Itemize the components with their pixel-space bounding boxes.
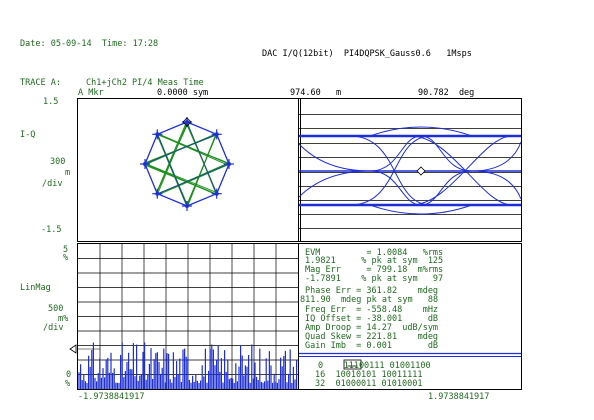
symbol-row: 32 01000011 01010001 bbox=[315, 379, 423, 389]
eye-trace bbox=[420, 135, 473, 172]
measurement-line: 811.90 mdeg pk at sym 88 bbox=[300, 295, 439, 305]
x-axis-right: 1.9738841917 bbox=[428, 392, 490, 402]
iq-constellation bbox=[140, 117, 234, 211]
mag-scale: 500 bbox=[48, 304, 64, 314]
magnitude-error-panel bbox=[69, 244, 298, 389]
eye-trace bbox=[369, 135, 422, 172]
constellation-point bbox=[214, 191, 219, 196]
marker-phase: 90.782 deg bbox=[418, 88, 475, 98]
iq-scale: 300 bbox=[50, 157, 66, 167]
constellation-point bbox=[185, 204, 189, 208]
measurement-title: DAC I/Q(12bit) PI4DQPSK_Gauss0.6 1Msps bbox=[262, 49, 472, 59]
marker-symbol: 0.0000 sym bbox=[157, 88, 209, 98]
eye-panel-frame bbox=[298, 98, 522, 242]
marker-magnitude: 974.60 m bbox=[290, 88, 342, 98]
mag-top-unit: % bbox=[63, 253, 69, 263]
mag-trace-name: LinMag bbox=[20, 283, 51, 293]
eye-trace bbox=[369, 204, 473, 215]
constellation-point bbox=[227, 162, 231, 166]
constellation-point bbox=[143, 162, 147, 166]
iq-scale-unit: m bbox=[65, 168, 71, 178]
eye-trace bbox=[369, 170, 422, 206]
mag-per-div: /div bbox=[43, 323, 64, 333]
constellation-point bbox=[214, 132, 219, 137]
measurement-line: Gain Imb = 0.001 dB bbox=[305, 341, 439, 351]
constellation-path bbox=[157, 121, 188, 135]
mag-bottom-unit: % bbox=[65, 379, 71, 389]
date-time: Date: 05-09-14 Time: 17:28 bbox=[20, 39, 159, 49]
trace-label: TRACE A: bbox=[20, 78, 61, 88]
marker-indicator bbox=[69, 344, 77, 354]
measurement-line: -1.7891 % pk at sym 97 bbox=[305, 274, 444, 284]
constellation-point bbox=[185, 120, 189, 124]
iq-trace-name: I-Q bbox=[20, 130, 36, 140]
eye-trace bbox=[298, 170, 371, 198]
constellation-point bbox=[155, 132, 160, 137]
marker-label: A Mkr bbox=[78, 88, 104, 98]
constellation-point bbox=[155, 191, 160, 196]
analyzer-display bbox=[69, 98, 522, 390]
iq-per-div: /div bbox=[42, 179, 63, 189]
marker-diamond bbox=[416, 166, 426, 176]
iq-top-value: 1.5 bbox=[43, 97, 59, 107]
eye-diagram bbox=[298, 114, 522, 229]
iq-bottom-value: -1.5 bbox=[41, 225, 62, 235]
trace-description: Ch1+jCh2 PI/4 Meas Time bbox=[86, 78, 204, 88]
x-axis-left: -1.9738841917 bbox=[78, 392, 145, 402]
